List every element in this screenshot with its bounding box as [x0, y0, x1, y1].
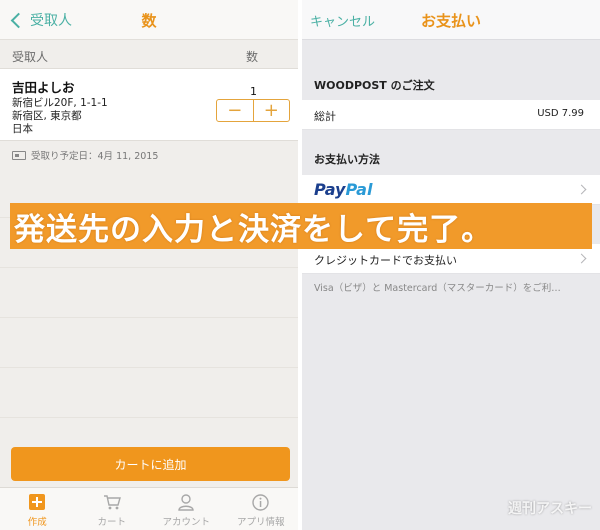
nav-bar: キャンセル お支払い: [302, 0, 600, 40]
chevron-right-icon: [576, 253, 587, 264]
decrement-button[interactable]: −: [217, 100, 254, 121]
tab-cart[interactable]: カート: [75, 488, 150, 530]
empty-row: [0, 368, 298, 418]
empty-row: [0, 268, 298, 318]
quantity-value: 1: [250, 85, 257, 98]
tab-account[interactable]: アカウント: [149, 488, 224, 530]
watermark: 週刊アスキー: [508, 501, 592, 517]
chevron-left-icon: [10, 12, 27, 28]
tab-label: カート: [97, 517, 126, 528]
order-section-header: WOODPOST のご注文: [302, 68, 600, 98]
delivery-icon: [12, 150, 26, 160]
total-row: 総計 USD 7.99: [302, 100, 600, 130]
chevron-right-icon: [576, 184, 587, 195]
plus-square-icon: [28, 493, 46, 511]
recipient-name: 吉田よしお: [12, 80, 75, 95]
back-button[interactable]: 受取人: [10, 10, 72, 30]
cart-icon: [103, 493, 121, 511]
info-icon: [252, 493, 270, 511]
total-value: USD 7.99: [537, 108, 584, 119]
nav-bar: 受取人 数: [0, 0, 298, 40]
cancel-button[interactable]: キャンセル: [310, 11, 375, 30]
tab-label: 作成: [27, 517, 47, 528]
person-icon: [177, 493, 195, 511]
tab-bar: 作成 カート アカウント アプリ情報: [0, 487, 298, 530]
quantity-screen: 受取人 数 受取人 数 吉田よしお 新宿ビル20F, 1-1-1 新宿区, 東京…: [0, 0, 298, 530]
card-note: Visa（ビザ）と Mastercard（マスターカード）をご利…: [314, 283, 561, 294]
add-to-cart-button[interactable]: カートに追加: [11, 447, 290, 481]
paypal-logo: PayPal: [314, 180, 373, 199]
recipient-column-label: 受取人: [12, 50, 49, 64]
order-section-title: WOODPOST のご注文: [314, 79, 435, 92]
tab-label: アプリ情報: [236, 517, 285, 528]
payment-section-header: お支払い方法: [302, 142, 600, 172]
tab-app-info[interactable]: アプリ情報: [224, 488, 299, 530]
empty-row: [0, 318, 298, 368]
increment-button[interactable]: +: [254, 100, 290, 121]
delivery-date-text: 受取り予定日：4月 11, 2015: [31, 151, 159, 162]
delivery-date: 受取り予定日：4月 11, 2015: [12, 148, 158, 162]
quantity-stepper[interactable]: − +: [216, 99, 290, 122]
recipient-country: 日本: [12, 123, 33, 135]
payment-screen: キャンセル お支払い WOODPOST のご注文 総計 USD 7.99 お支払…: [302, 0, 600, 530]
back-label: 受取人: [30, 13, 72, 29]
quantity-column-label: 数: [245, 50, 258, 64]
tab-label: アカウント: [162, 517, 210, 528]
caption-text: 発送先の入力と決済をして完了。: [14, 211, 494, 248]
payment-section-title: お支払い方法: [314, 153, 380, 166]
column-header: 受取人 数: [0, 40, 298, 69]
tab-create[interactable]: 作成: [0, 488, 75, 530]
total-label: 総計: [314, 110, 336, 123]
paypal-option[interactable]: PayPal: [302, 175, 600, 205]
credit-card-label: クレジットカードでお支払い: [314, 254, 457, 267]
